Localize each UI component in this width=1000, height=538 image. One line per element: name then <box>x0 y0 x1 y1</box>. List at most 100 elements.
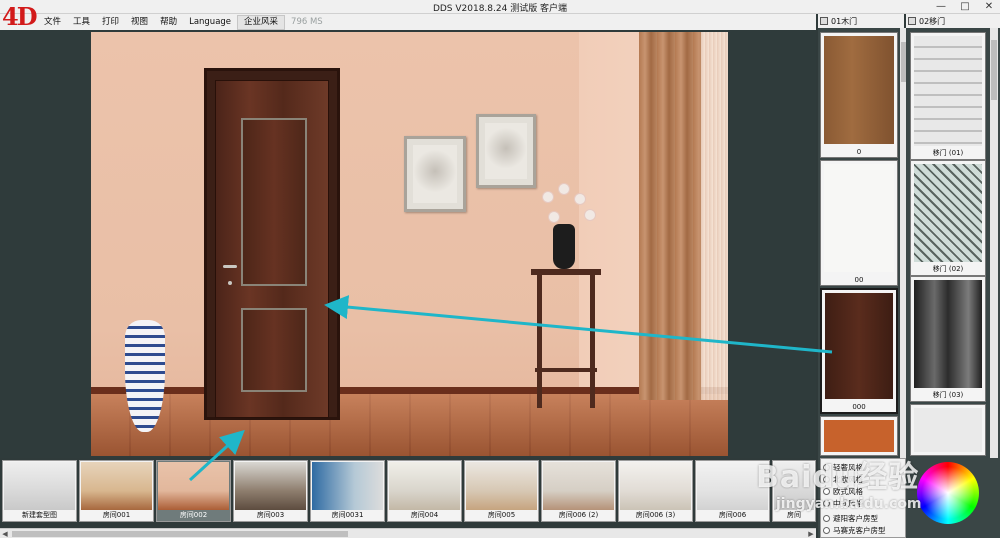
window-controls: — □ ✕ <box>934 0 996 13</box>
room-thumbnail[interactable]: 房间006 (3) <box>618 460 693 522</box>
room-thumbnail[interactable]: 房间005 <box>464 460 539 522</box>
strip-scrollbar[interactable]: ◀ ▶ <box>0 528 816 538</box>
scrollbar-thumb[interactable] <box>12 531 348 537</box>
style-option[interactable]: 北欧风格 <box>823 474 863 485</box>
room-thumbnail[interactable]: 房间0031 <box>310 460 385 522</box>
room-thumbnail[interactable]: 房间003 <box>233 460 308 522</box>
room-thumbnail-strip: 新建套型图 房间001 房间002 房间003 房间0031 房间004 房间0… <box>0 458 816 528</box>
menu-list: 文件 工具 打印 视图 帮助 Language 企业风采 796 MS <box>38 14 329 30</box>
room-thumbnail-label: 房间006 <box>718 511 747 519</box>
maximize-button[interactable]: □ <box>958 0 972 13</box>
style-option-label: 北欧风格 <box>833 475 863 484</box>
color-wheel[interactable] <box>917 462 979 524</box>
room-thumbnail[interactable]: 房间001 <box>79 460 154 522</box>
room-preview <box>466 462 537 510</box>
door-thumbnail <box>825 293 893 399</box>
menu-company[interactable]: 企业风采 <box>237 14 286 30</box>
window-title: DDS V2018.8.24 测试版 客户端 <box>432 4 568 14</box>
radio-icon <box>823 500 830 507</box>
menu-language[interactable]: Language <box>183 14 237 30</box>
radio-icon <box>823 476 830 483</box>
room-preview <box>543 462 614 510</box>
room-thumbnail[interactable]: 房间006 (2) <box>541 460 616 522</box>
room-preview <box>81 462 152 510</box>
style-option-label: 避阳客户房型 <box>833 514 878 523</box>
radio-icon <box>823 488 830 495</box>
room-preview <box>620 462 691 510</box>
door-upper-panel <box>241 118 307 286</box>
scroll-right-icon[interactable]: ▶ <box>806 529 816 538</box>
style-option-label: 马赛克客户房型 <box>833 526 886 535</box>
room-thumbnail-label: 房间001 <box>102 511 131 519</box>
black-vase <box>553 224 575 269</box>
style-option[interactable]: 轻奢风格 <box>823 462 863 473</box>
door-tile-label: 移门 (01) <box>932 149 964 157</box>
panel-header[interactable]: 02移门 <box>906 14 1000 28</box>
style-option[interactable]: 避阳客户房型 <box>823 513 878 524</box>
door-tile[interactable]: 00 <box>820 160 898 286</box>
sliding-door-tile[interactable]: 移门 (01) <box>910 32 986 160</box>
window-icon <box>908 17 916 25</box>
menu-view[interactable]: 视图 <box>125 14 154 30</box>
app-logo: 4D <box>2 2 38 31</box>
table-leg <box>590 275 595 408</box>
panel-scrollbar[interactable] <box>990 28 998 458</box>
room-thumbnail[interactable]: 房间004 <box>387 460 462 522</box>
door-handle <box>223 265 237 268</box>
panel-header[interactable]: 01木门 <box>818 14 904 28</box>
curtain <box>639 32 701 400</box>
style-list: 轻奢风格 北欧风格 欧式风格 中式风格 避阳客户房型 马赛克客户房型 <box>820 458 906 538</box>
menu-file[interactable]: 文件 <box>38 14 67 30</box>
room-preview <box>389 462 460 510</box>
style-option[interactable]: 马赛克客户房型 <box>823 525 886 536</box>
sliding-door-tile[interactable]: 移门 (03) <box>910 276 986 402</box>
style-option-label: 欧式风格 <box>833 487 863 496</box>
scrollbar-thumb[interactable] <box>991 40 997 100</box>
room-thumbnail-label: 房间002 <box>179 511 208 519</box>
door-tile-label: 00 <box>854 276 864 284</box>
room-thumbnail-label: 新建套型图 <box>22 511 57 519</box>
door-tile[interactable] <box>820 416 898 456</box>
sliding-door-tile[interactable]: 移门 (02) <box>910 160 986 276</box>
door-tile-selected[interactable]: 000 <box>820 288 898 414</box>
door-tile-label: 000 <box>852 403 866 411</box>
flower <box>559 184 569 194</box>
close-button[interactable]: ✕ <box>982 0 996 13</box>
style-option[interactable]: 欧式风格 <box>823 486 863 497</box>
door-tile-label: 0 <box>856 148 862 156</box>
menu-print[interactable]: 打印 <box>96 14 125 30</box>
wood-floor <box>91 394 728 456</box>
menu-tools[interactable]: 工具 <box>67 14 96 30</box>
wall-picture-right <box>476 114 536 188</box>
room-thumbnail[interactable]: 房间 <box>772 460 816 522</box>
room-preview <box>158 462 229 510</box>
room-preview <box>4 462 75 510</box>
door-lock <box>228 281 232 285</box>
style-option-label: 轻奢风格 <box>833 463 863 472</box>
main-viewport <box>0 30 816 458</box>
panel-title: 01木门 <box>831 16 858 26</box>
room-thumbnail[interactable]: 新建套型图 <box>2 460 77 522</box>
style-option[interactable]: 中式风格 <box>823 498 863 509</box>
minimize-button[interactable]: — <box>934 0 948 13</box>
door-tile[interactable]: 0 <box>820 32 898 158</box>
door-thumbnail <box>914 36 982 146</box>
flower <box>585 210 595 220</box>
room-thumbnail-selected[interactable]: 房间002 <box>156 460 231 522</box>
flower <box>549 212 559 222</box>
room-preview <box>235 462 306 510</box>
radio-icon <box>823 527 830 534</box>
door-tile-label: 移门 (03) <box>932 391 964 399</box>
menu-help[interactable]: 帮助 <box>154 14 183 30</box>
room-render[interactable] <box>91 32 728 456</box>
panel-title: 02移门 <box>919 16 946 26</box>
room-thumbnail-label: 房间006 (2) <box>558 511 599 519</box>
panel-sliding-doors: 02移门 移门 (01) 移门 (02) 移门 (03) <box>906 14 1000 538</box>
room-thumbnail[interactable]: 房间006 <box>695 460 770 522</box>
door-tile-label: 移门 (02) <box>932 265 964 273</box>
door-thumbnail <box>824 420 894 452</box>
sliding-door-tile[interactable] <box>910 404 986 456</box>
scroll-left-icon[interactable]: ◀ <box>0 529 10 538</box>
door-thumbnail <box>914 164 982 262</box>
room-thumbnail-label: 房间0031 <box>331 511 364 519</box>
